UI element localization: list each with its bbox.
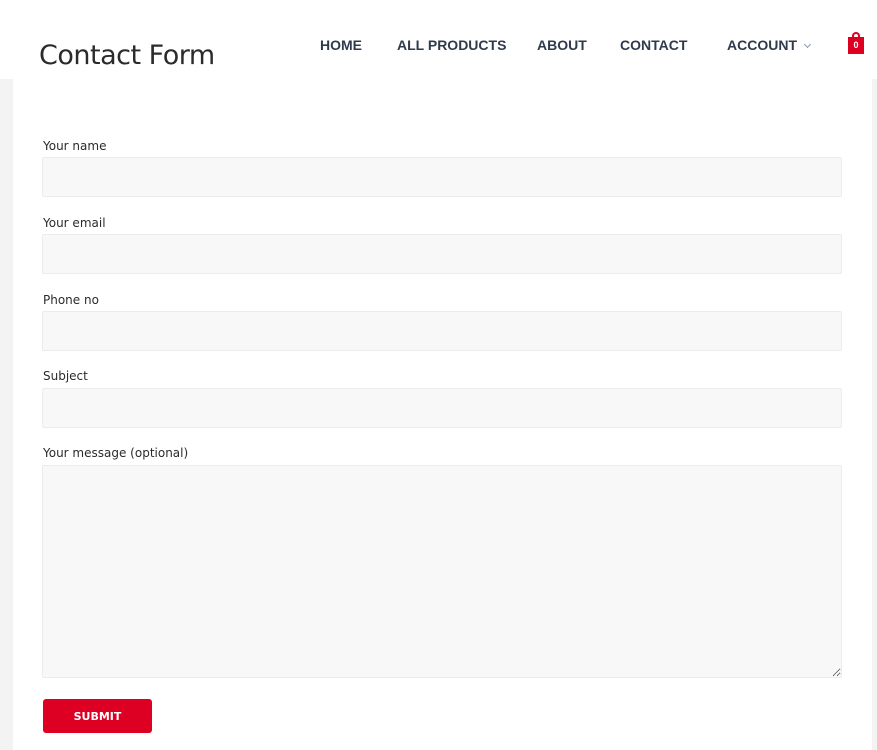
nav-item-account[interactable]: ACCOUNT (727, 37, 812, 53)
phone-label: Phone no (43, 293, 99, 307)
nav-item-about[interactable]: ABOUT (537, 37, 587, 53)
contact-form-container: Your name Your email Phone no Subject Yo… (13, 79, 872, 750)
subject-field[interactable] (42, 388, 842, 428)
email-field[interactable] (42, 234, 842, 274)
submit-button[interactable]: SUBMIT (43, 699, 152, 733)
site-title[interactable]: Contact Form (39, 40, 215, 71)
nav-item-all-products[interactable]: ALL PRODUCTS (397, 37, 506, 53)
email-label: Your email (43, 216, 106, 230)
name-field[interactable] (42, 157, 842, 197)
name-label: Your name (43, 139, 107, 153)
nav-item-account-label: ACCOUNT (727, 37, 797, 53)
cart-count-badge: 0 (848, 37, 864, 54)
message-label: Your message (optional) (43, 446, 189, 460)
chevron-down-icon (803, 40, 812, 49)
cart-button[interactable]: 0 (848, 32, 864, 54)
message-field[interactable] (42, 465, 842, 678)
nav-item-contact[interactable]: CONTACT (620, 37, 687, 53)
phone-field[interactable] (42, 311, 842, 351)
subject-label: Subject (43, 369, 88, 383)
site-header: Contact Form HOME ALL PRODUCTS ABOUT CON… (0, 0, 877, 79)
nav-item-home[interactable]: HOME (320, 37, 362, 53)
